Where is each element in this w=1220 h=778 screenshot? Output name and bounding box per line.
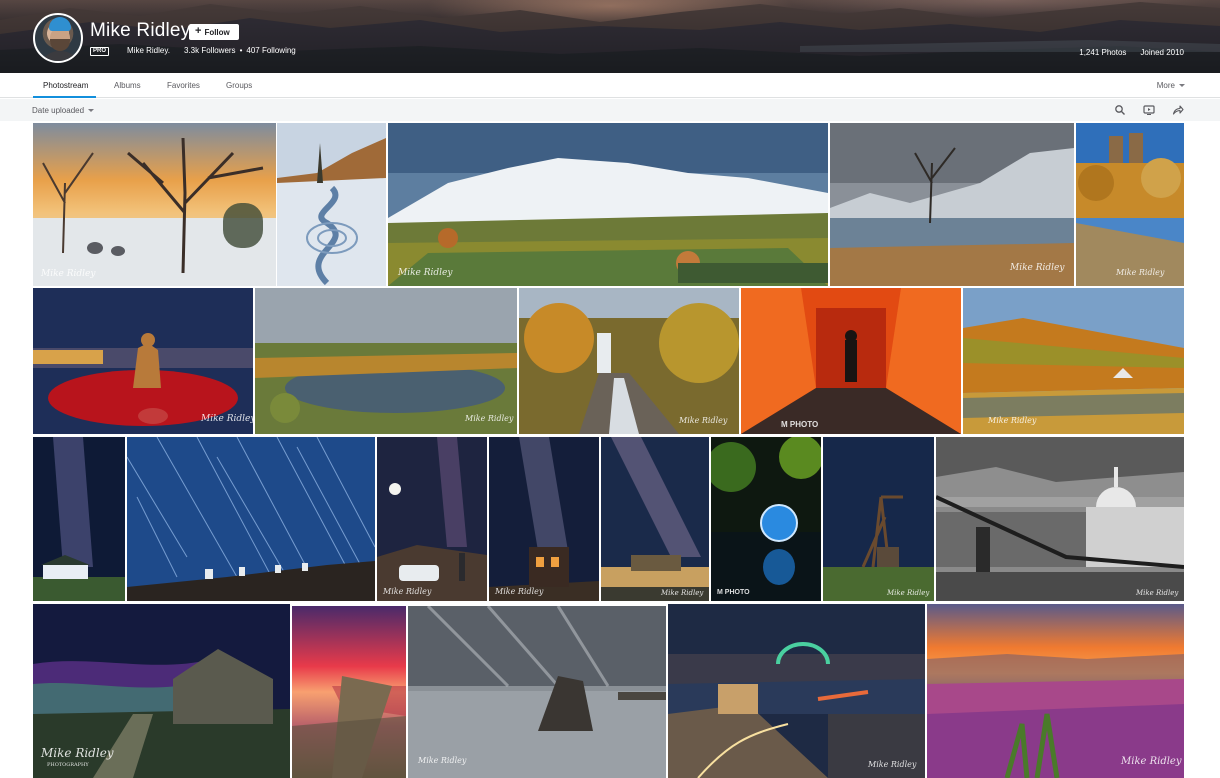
photostream-toolbar: Date uploaded: [0, 99, 1220, 121]
sort-dropdown[interactable]: Date uploaded: [32, 106, 95, 115]
watermark: Mike Ridley: [418, 756, 467, 765]
watermark: Mike Ridley: [495, 587, 544, 596]
profile-name: Mike Ridley: [90, 20, 191, 41]
watermark: Mike Ridley: [383, 587, 432, 596]
share-icon[interactable]: [1172, 104, 1184, 116]
watermark: Mike Ridley: [868, 760, 917, 769]
photo-cathedral-reflection[interactable]: Mike Ridley: [1076, 123, 1184, 286]
watermark: Mike Ridley: [1121, 756, 1182, 767]
photo-mine-headframe-night[interactable]: Mike Ridley: [823, 437, 934, 601]
watermark: M PHOTO: [781, 420, 819, 429]
following-link[interactable]: 407 Following: [246, 46, 295, 55]
photo-star-trails-observatory[interactable]: [127, 437, 375, 601]
pro-badge: PRO: [90, 47, 110, 56]
photo-frosty-tree-sheep[interactable]: Mike Ridley: [33, 123, 276, 286]
more-menu[interactable]: More: [1157, 81, 1185, 90]
watermark: Mike Ridley: [1116, 268, 1165, 277]
watermark: Mike Ridley: [465, 414, 514, 423]
display-name: Mike Ridley.: [127, 46, 170, 55]
photo-jetty-sunset[interactable]: [292, 606, 406, 778]
tab-groups[interactable]: Groups: [226, 81, 252, 90]
separator-dot: •: [239, 46, 243, 55]
search-icon[interactable]: [1114, 104, 1126, 116]
photo-poppy-soldier-statue[interactable]: Mike Ridley: [33, 288, 253, 434]
photo-sea-stack-long-exposure[interactable]: Mike Ridley: [408, 606, 666, 778]
watermark: Mike Ridley: [41, 746, 114, 760]
photo-high-force-waterfall[interactable]: Mike Ridley: [519, 288, 739, 434]
watermark: Mike Ridley: [398, 268, 453, 278]
photo-moon-car-figure[interactable]: Mike Ridley: [377, 437, 487, 601]
photos-count: 1,241 Photos: [1079, 48, 1127, 57]
follow-button[interactable]: + Follow: [189, 24, 239, 40]
photo-fire-tunnel-silhouette[interactable]: M PHOTO: [741, 288, 961, 434]
chevron-down-icon: [88, 109, 95, 112]
profile-stats: 1,241 Photos Joined 2010: [1079, 48, 1184, 57]
tab-albums[interactable]: Albums: [114, 81, 141, 90]
joined-date: Joined 2010: [1140, 48, 1184, 57]
photo-snowy-mountain-valley[interactable]: Mike Ridley: [388, 123, 828, 286]
watermark-sub: PHOTOGRAPHY: [47, 762, 89, 768]
watermark: Mike Ridley: [41, 269, 96, 279]
photo-autumn-river-bandstand[interactable]: Mike Ridley: [963, 288, 1184, 434]
photo-lone-tree-lake[interactable]: Mike Ridley: [830, 123, 1074, 286]
avatar[interactable]: [33, 13, 83, 63]
plus-icon: +: [195, 25, 202, 37]
photo-light-orb-reflection[interactable]: M PHOTO: [711, 437, 821, 601]
watermark: M PHOTO: [717, 589, 750, 596]
slideshow-icon[interactable]: [1143, 104, 1155, 116]
more-label: More: [1156, 81, 1175, 90]
watermark: Mike Ridley: [679, 416, 728, 425]
active-tab-indicator: [33, 96, 96, 98]
watermark: Mike Ridley: [1136, 589, 1179, 597]
photo-millennium-bridge-st-pauls[interactable]: Mike Ridley: [936, 437, 1184, 601]
photo-milky-way-cottage[interactable]: [33, 437, 125, 601]
profile-tabs: Photostream Albums Favorites Groups More: [0, 73, 1220, 98]
photo-milky-way-castle[interactable]: Mike Ridley: [601, 437, 709, 601]
watermark: Mike Ridley: [988, 416, 1037, 425]
followers-link[interactable]: 3.3k Followers: [184, 46, 236, 55]
follow-label: Follow: [204, 27, 230, 37]
photo-tyne-bridge-night[interactable]: Mike Ridley: [668, 604, 925, 778]
watermark: Mike Ridley: [201, 414, 253, 424]
chevron-down-icon: [1179, 84, 1185, 87]
photo-heather-sunset-moor[interactable]: Mike Ridley: [927, 604, 1184, 778]
photo-tarn-hows-lake[interactable]: Mike Ridley: [255, 288, 517, 434]
photo-aurora-chapel[interactable]: Mike Ridley PHOTOGRAPHY: [33, 604, 290, 778]
watermark: Mike Ridley: [661, 589, 704, 597]
watermark: Mike Ridley: [1010, 263, 1065, 273]
sort-label: Date uploaded: [32, 106, 85, 115]
tab-photostream[interactable]: Photostream: [43, 81, 88, 90]
photo-frozen-spiral-stream[interactable]: [277, 123, 386, 286]
watermark: Mike Ridley: [887, 589, 930, 597]
profile-meta: Mike Ridley. 3.3k Followers • 407 Follow…: [127, 46, 296, 55]
photo-milky-way-ruin[interactable]: Mike Ridley: [489, 437, 599, 601]
tab-favorites[interactable]: Favorites: [167, 81, 200, 90]
